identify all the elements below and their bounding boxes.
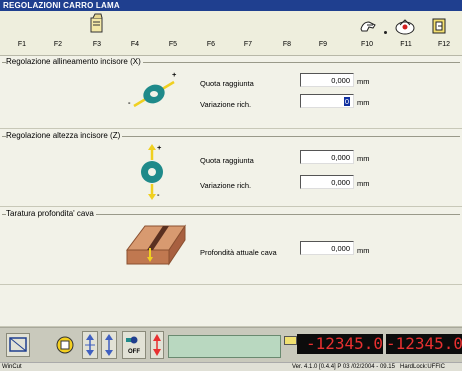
- quota-value: 0,000: [300, 73, 354, 87]
- minus-sign: -: [157, 190, 160, 199]
- unit-label: mm: [357, 77, 370, 86]
- layout-button[interactable]: [6, 333, 30, 357]
- off-button[interactable]: OFF: [122, 331, 146, 359]
- height-rotor-icon: [140, 144, 168, 202]
- section-title: Regolazione altezza incisore (Z): [6, 131, 123, 140]
- section-title: Regolazione allineamento incisore (X): [6, 57, 143, 66]
- warning-arrows-icon: [153, 334, 161, 356]
- quota-value: 0,000: [300, 150, 354, 164]
- groove-block-icon: [125, 220, 189, 268]
- variazione-label: Variazione rich.: [200, 100, 252, 109]
- unit-label: mm: [357, 154, 370, 163]
- separator-dot: [384, 31, 387, 34]
- vertical-align-button[interactable]: [82, 331, 98, 359]
- layout-icon: [9, 337, 27, 352]
- fkey-f12[interactable]: F12: [429, 41, 459, 48]
- section-taratura: Taratura profondita' cava Profondità att…: [0, 208, 462, 285]
- warning-button[interactable]: [150, 331, 164, 359]
- fkey-f7[interactable]: F7: [233, 41, 263, 48]
- fkey-f11[interactable]: F11: [391, 41, 421, 48]
- fkey-f6[interactable]: F6: [196, 41, 226, 48]
- alignment-rotor-icon: [124, 74, 184, 118]
- fkey-f5[interactable]: F5: [158, 41, 188, 48]
- section-altezza: Regolazione altezza incisore (Z) + - Quo…: [0, 130, 462, 207]
- function-key-bar: F1 F2 F3 F4 F5 F6 F7 F8 F9 F10 F11 F12: [0, 11, 462, 56]
- profondita-label: Profondità attuale cava: [200, 248, 277, 257]
- home-icon[interactable]: [394, 17, 416, 37]
- motor-button[interactable]: [54, 333, 76, 357]
- section-title: Taratura profondita' cava: [6, 209, 96, 218]
- empty-panel: [0, 285, 462, 327]
- variazione-value: 0: [343, 97, 350, 106]
- fkey-f10[interactable]: F10: [352, 41, 382, 48]
- plus-sign: +: [172, 70, 177, 79]
- unit-label: mm: [357, 246, 370, 255]
- plus-sign: +: [157, 143, 162, 152]
- fkey-f9[interactable]: F9: [308, 41, 338, 48]
- exit-icon[interactable]: [431, 17, 447, 37]
- fkey-f8[interactable]: F8: [272, 41, 302, 48]
- folder-icon[interactable]: [88, 13, 106, 37]
- section-allineamento: Regolazione allineamento incisore (X) + …: [0, 56, 462, 129]
- fkey-f1[interactable]: F1: [7, 41, 37, 48]
- lcd-display-2: -12345.0: [386, 334, 462, 354]
- fkey-f2[interactable]: F2: [43, 41, 73, 48]
- horizontal-arrows-icon: [105, 334, 113, 356]
- progress-display: [168, 335, 281, 358]
- minus-sign: -: [128, 98, 131, 107]
- motor-icon: [56, 336, 74, 354]
- lcd-display-1: -12345.0: [297, 334, 383, 354]
- variazione-input[interactable]: 0,000: [300, 175, 354, 189]
- window-title: REGOLAZIONI CARRO LAMA: [0, 0, 462, 11]
- vertical-arrows-icon: [85, 334, 95, 356]
- motor-off-icon: [126, 336, 138, 344]
- variazione-label: Variazione rich.: [200, 181, 252, 190]
- quota-label: Quota raggiunta: [200, 79, 254, 88]
- horizontal-align-button[interactable]: [101, 331, 117, 359]
- hand-icon[interactable]: [359, 19, 379, 37]
- fkey-f4[interactable]: F4: [120, 41, 150, 48]
- unit-label: mm: [357, 98, 370, 107]
- off-label: OFF: [128, 349, 140, 355]
- variazione-input[interactable]: 0: [300, 94, 354, 108]
- fkey-f3[interactable]: F3: [82, 41, 112, 48]
- profondita-value: 0,000: [300, 241, 354, 255]
- unit-label: mm: [357, 179, 370, 188]
- battery-icon: [284, 336, 297, 345]
- quota-label: Quota raggiunta: [200, 156, 254, 165]
